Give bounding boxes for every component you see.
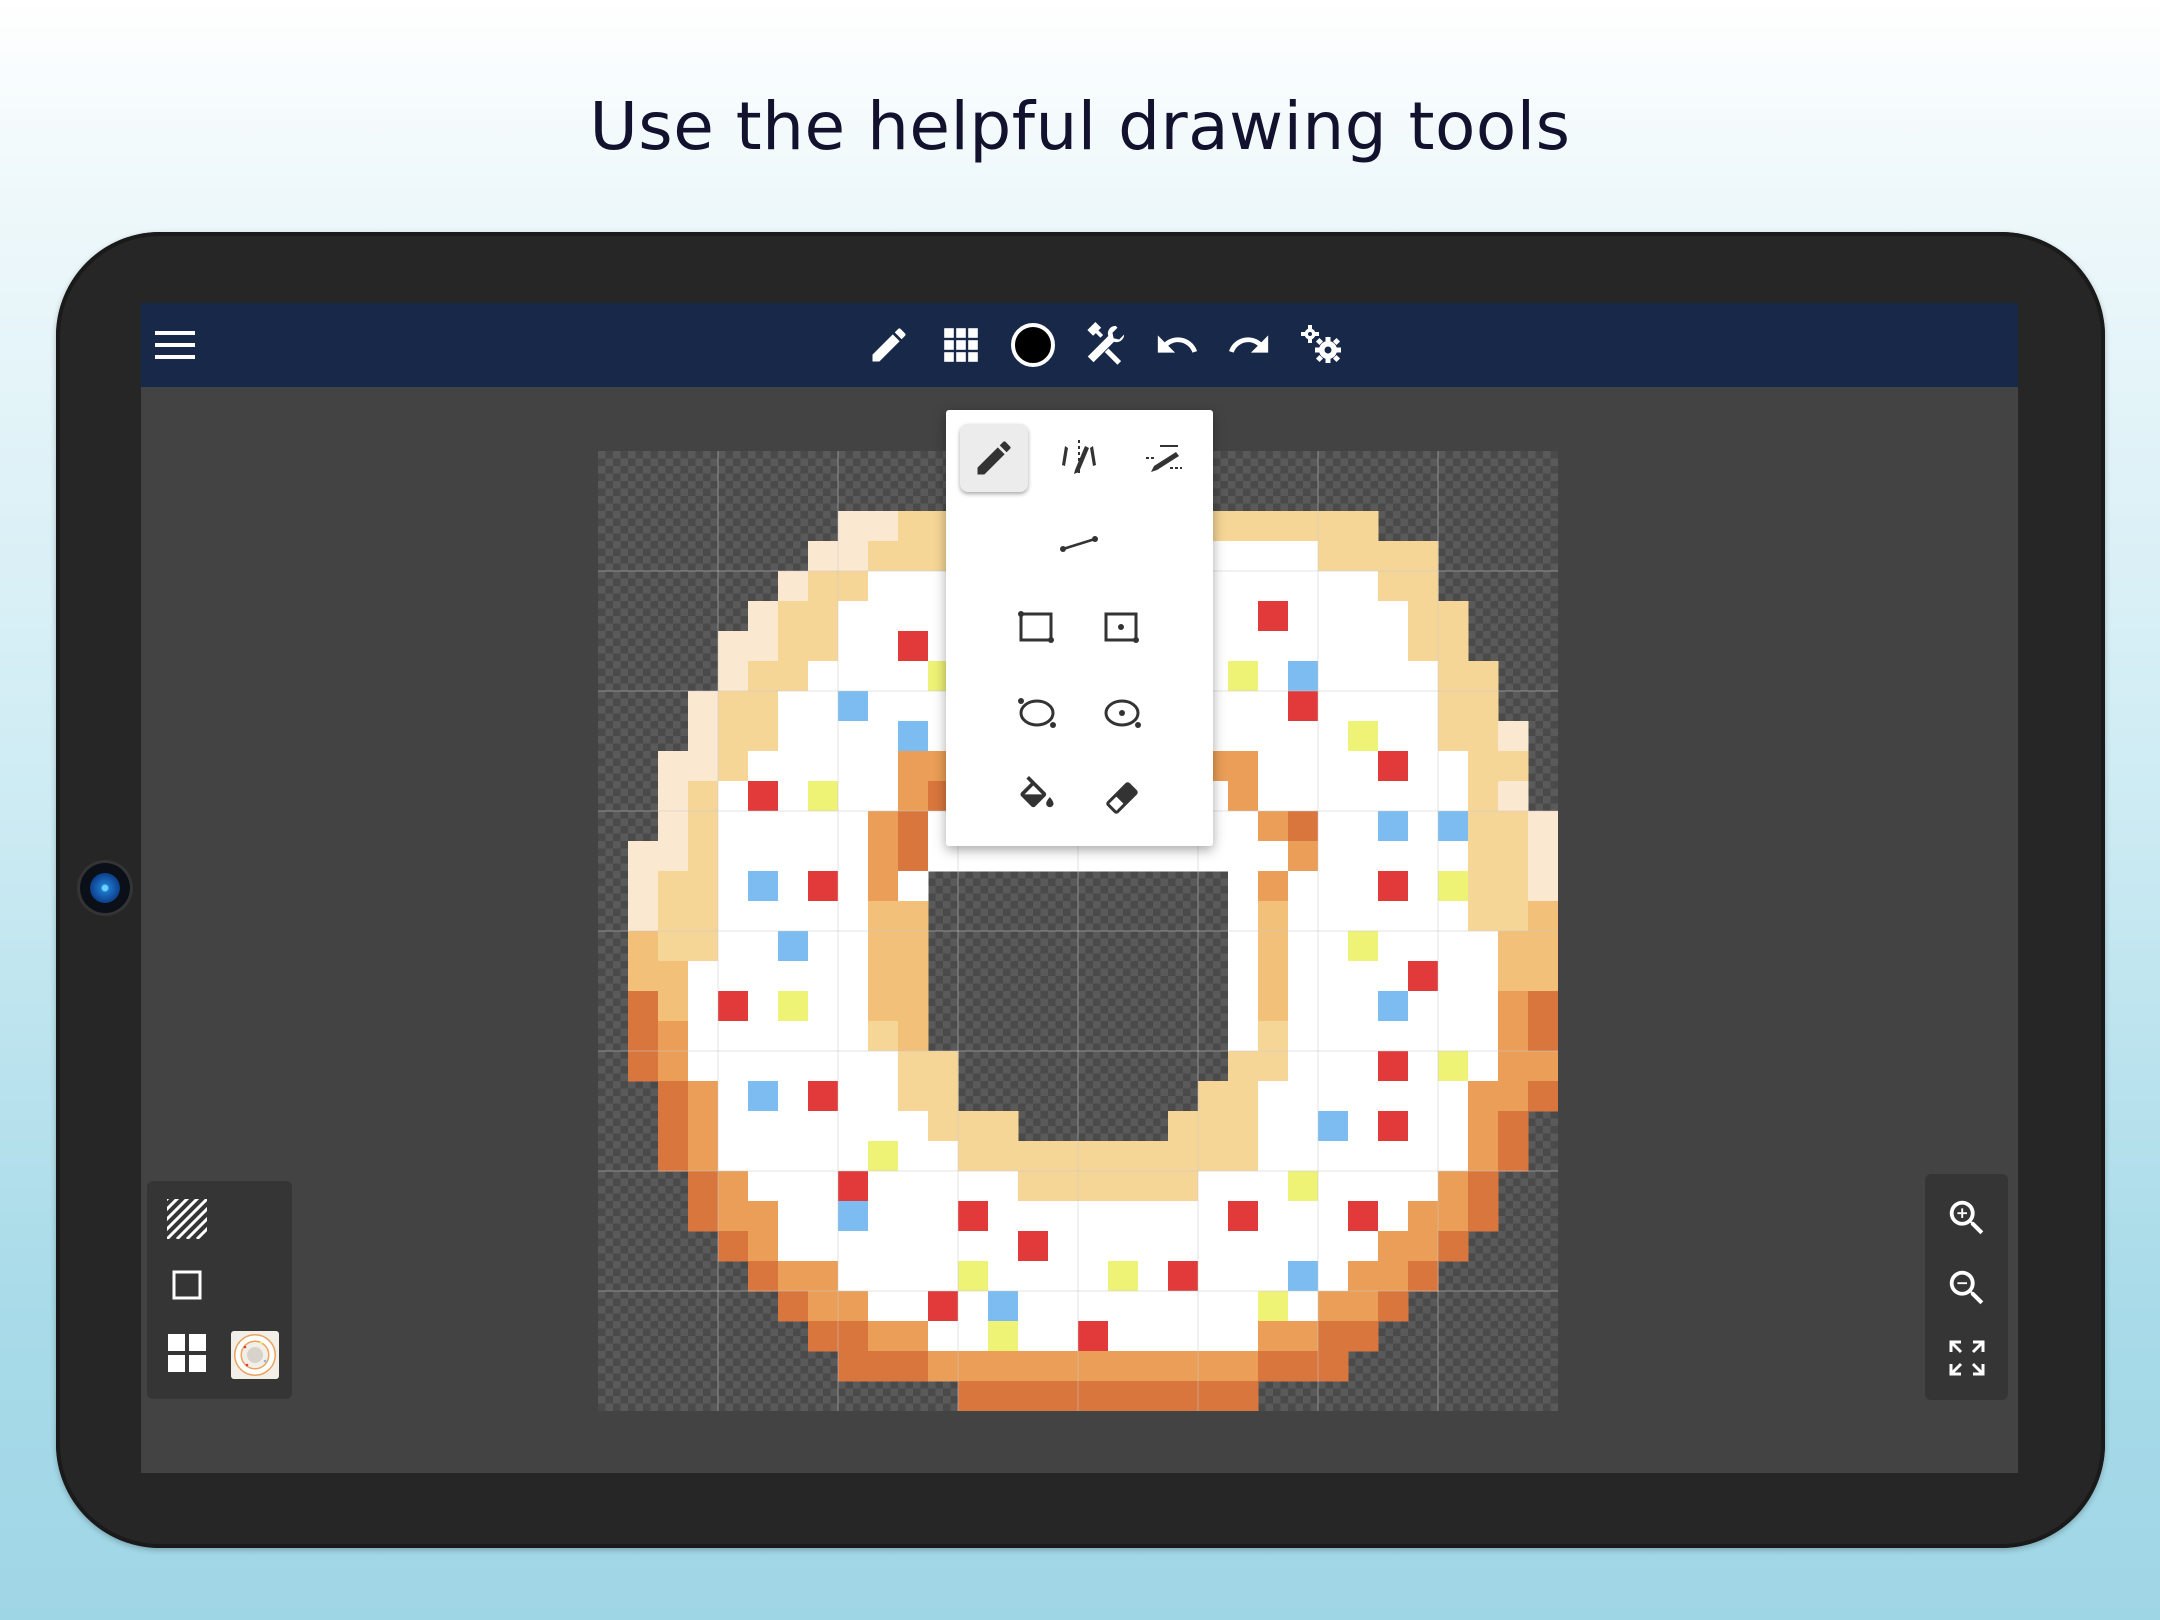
hamburger-menu-icon[interactable] — [147, 317, 203, 373]
zoom-out-icon[interactable] — [1939, 1260, 1995, 1316]
camera-icon — [80, 863, 130, 913]
pencil-tool[interactable] — [960, 424, 1028, 492]
color-circle-icon[interactable] — [1005, 317, 1061, 373]
filled-ellipse-tool[interactable] — [1088, 679, 1156, 747]
donut-thumbnail[interactable] — [231, 1331, 279, 1379]
tablet-frame — [56, 232, 2105, 1548]
app-screen — [141, 303, 2018, 1473]
fit-screen-icon[interactable] — [1939, 1330, 1995, 1386]
frame-toggle-icon[interactable] — [165, 1263, 209, 1307]
settings-gears-icon[interactable] — [1293, 317, 1349, 373]
fill-bucket-tool[interactable] — [1003, 764, 1071, 832]
symmetric-pencil-tool[interactable] — [1045, 424, 1113, 492]
redo-icon[interactable] — [1221, 317, 1277, 373]
grid-icon[interactable] — [933, 317, 989, 373]
zoom-panel — [1925, 1174, 2008, 1400]
layer-panel — [147, 1181, 292, 1399]
top-toolbar — [141, 303, 2018, 387]
line-tool[interactable] — [1045, 509, 1113, 577]
layers-grid-icon[interactable] — [165, 1331, 209, 1375]
ellipse-tool[interactable] — [1003, 679, 1071, 747]
filled-rectangle-tool[interactable] — [1088, 594, 1156, 662]
zoom-in-icon[interactable] — [1939, 1190, 1995, 1246]
pencil-icon[interactable] — [861, 317, 917, 373]
eraser-tool[interactable] — [1088, 764, 1156, 832]
rectangle-tool[interactable] — [1003, 594, 1071, 662]
headline: Use the helpful drawing tools — [589, 88, 1571, 165]
dither-pencil-tool[interactable] — [1130, 424, 1198, 492]
undo-icon[interactable] — [1149, 317, 1205, 373]
tools-icon[interactable] — [1077, 317, 1133, 373]
transparency-toggle-icon[interactable] — [165, 1197, 209, 1241]
tool-popup — [946, 410, 1213, 846]
